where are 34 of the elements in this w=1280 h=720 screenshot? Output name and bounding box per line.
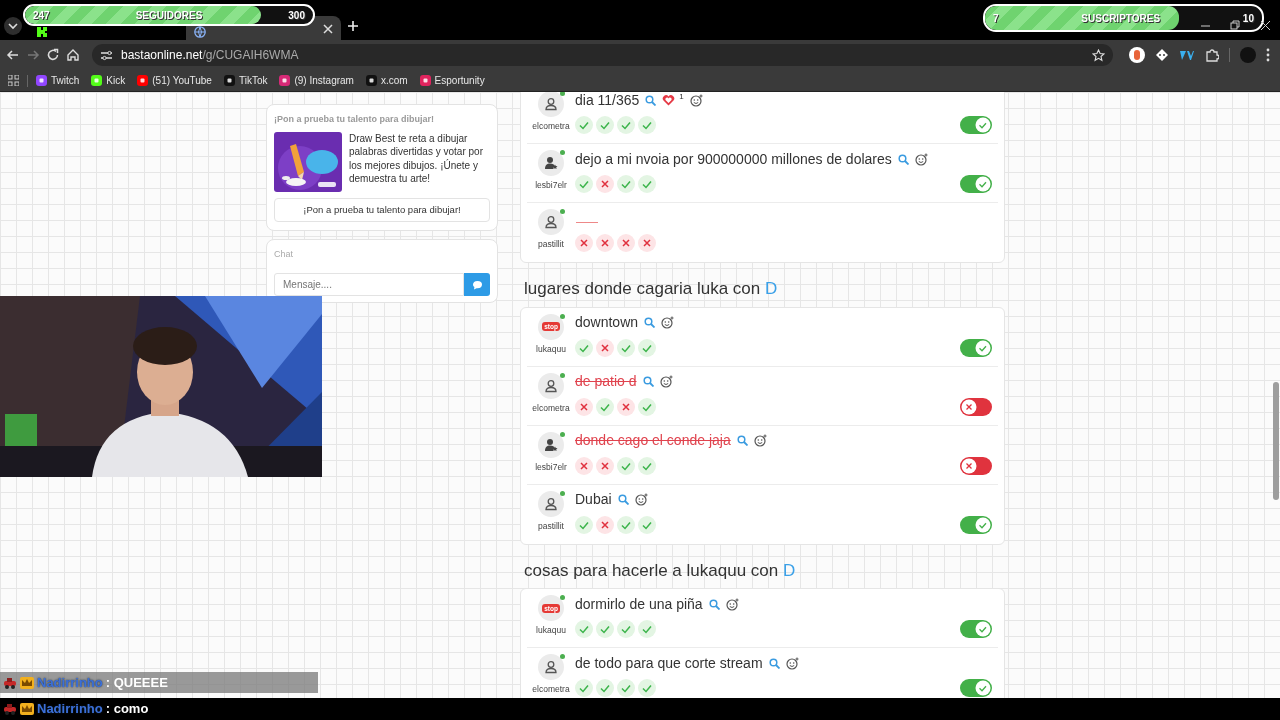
username: elcometra bbox=[532, 401, 570, 415]
promo-title: ¡Pon a prueba tu talento para dibujar! bbox=[274, 113, 435, 126]
category-title: cosas para hacerle a lukaquu con D bbox=[524, 559, 797, 582]
username: lesbi7elr bbox=[535, 460, 567, 474]
goal-label: SUSCRIPTORES bbox=[1081, 11, 1161, 26]
answer-text: de patio d bbox=[575, 372, 637, 391]
goal-target: 10 bbox=[1242, 11, 1254, 26]
chat-message: : como bbox=[105, 699, 149, 718]
answer-text: Dubai bbox=[575, 490, 612, 509]
chat-username: Nadirrinho bbox=[37, 673, 103, 692]
username: elcometra bbox=[532, 683, 570, 696]
username: elcometra bbox=[532, 120, 570, 133]
promo-text: Draw Best te reta a dibujar palabras divertidas y votar por los mejores dibujos. ¡Únete y demuestra tu arte! bbox=[349, 131, 484, 186]
like-count: 1 bbox=[679, 92, 684, 103]
goal-current: 247 bbox=[33, 8, 50, 23]
category-title: lugares donde cagaria luka con D bbox=[524, 278, 779, 300]
answer-text: dia 11/365 bbox=[575, 92, 640, 110]
url-text: bastaonline.net/g/CUGAIH6WMA bbox=[121, 47, 299, 64]
answer-text: donde cago el conde jaja bbox=[575, 431, 731, 450]
username: pastillit bbox=[538, 238, 564, 251]
chat-username: Nadirrinho bbox=[37, 699, 103, 718]
username: lesbi7elr bbox=[535, 179, 567, 192]
chat-message: : QUEEEE bbox=[105, 673, 168, 692]
goal-current: 7 bbox=[993, 11, 999, 26]
goal-target: 300 bbox=[288, 8, 305, 23]
answer-text: de todo para que corte stream bbox=[575, 653, 763, 673]
answer-text: dormirlo de una piña bbox=[575, 594, 703, 614]
answer-text: dejo a mi nvoia por 900000000 millones de dolares bbox=[575, 149, 892, 169]
chat-title: Chat bbox=[274, 247, 294, 261]
answer-text: downtown bbox=[575, 313, 639, 332]
username: lukaquu bbox=[536, 342, 566, 356]
username: lukaquu bbox=[536, 624, 566, 637]
username: pastillit bbox=[538, 519, 564, 533]
goal-label: SEGUIDORES bbox=[135, 8, 203, 23]
